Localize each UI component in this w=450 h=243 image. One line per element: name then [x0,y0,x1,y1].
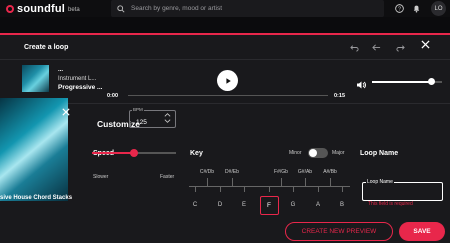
key-natural-tick [220,186,221,192]
loop-name-input[interactable] [366,188,438,194]
svg-text:?: ? [398,7,401,13]
key-sharp-tick [232,178,233,187]
key-option-a[interactable]: A [316,202,320,208]
key-option-asharp-bb[interactable]: A#/Bb [323,169,337,175]
undo-icon[interactable] [349,42,359,52]
time-current: 0:00 [107,93,119,99]
speed-handle[interactable] [130,149,138,157]
play-icon [225,77,231,84]
search-input[interactable] [131,5,371,12]
key-sharp-tick [281,178,282,187]
key-option-e[interactable]: E [242,202,246,208]
bell-icon[interactable] [411,3,422,14]
track-thumbnail [22,65,49,92]
back-icon[interactable] [371,42,381,52]
logo-icon [6,4,14,13]
track-title: ... [58,67,64,73]
modal-header: Create a loop [0,35,450,59]
avatar[interactable]: LO [431,1,446,16]
key-sharp-tick [207,178,208,187]
beta-badge: beta [68,7,80,13]
chevron-up-icon[interactable] [164,113,171,117]
help-icon[interactable]: ? [394,3,405,14]
remove-loop-button[interactable] [62,108,70,119]
modal-title: Create a loop [24,44,69,51]
key-label: Key [190,150,203,157]
key-natural-tick [318,186,319,192]
volume-icon[interactable] [356,77,366,89]
key-natural-tick [269,186,270,192]
key-sharp-tick [330,178,331,187]
speed-max-label: Faster [160,174,175,180]
top-bar: soundful beta ? LO [0,0,450,17]
logo[interactable]: soundful beta [6,0,80,17]
create-preview-button[interactable]: CREATE NEW PREVIEW [285,222,393,241]
mode-toggle[interactable] [308,148,328,158]
bpm-stepper[interactable] [164,113,171,123]
loop-name-caption: Loop Name [366,179,394,185]
mode-major-label: Major [332,150,345,156]
key-option-d[interactable]: D [218,202,222,208]
volume-fill [372,81,432,83]
loop-name-error: This field is required [368,201,413,207]
key-option-g[interactable]: G [291,202,296,208]
key-option-dsharp-eb[interactable]: D#/Eb [225,169,239,175]
volume-handle[interactable] [428,78,435,85]
key-option-fsharp-gb[interactable]: F#/Gb [274,169,288,175]
bpm-value: 125 [136,119,147,126]
loop-card-image [0,98,68,201]
key-natural-tick [293,186,294,192]
close-icon [62,108,70,116]
key-natural-tick [244,186,245,192]
speed-fill [92,152,134,154]
bpm-caption: BPM [132,107,144,112]
key-option-csharp-db[interactable]: C#/Db [200,169,214,175]
volume-slider[interactable] [372,78,442,85]
track-subtitle: Instrument L... [58,76,97,82]
key-option-b[interactable]: B [340,202,344,208]
close-icon [420,39,430,49]
key-option-c[interactable]: C [193,202,197,208]
key-natural-tick [342,186,343,192]
loop-name-label: Loop Name [360,150,399,157]
app-name: soundful [17,2,66,15]
search-icon [117,4,125,13]
play-button[interactable] [217,70,238,91]
key-sharp-tick [305,178,306,187]
loop-card-label: sive House Chord Stacks [0,195,73,201]
progress-bar[interactable] [128,95,328,96]
save-button[interactable]: SAVE [399,222,445,241]
key-option-gsharp-ab[interactable]: G#/Ab [298,169,312,175]
mode-minor-label: Minor [289,150,302,156]
track-name: Progressive ... [58,84,103,91]
key-natural-tick [195,186,196,192]
speed-slider[interactable] [92,149,176,157]
toggle-handle [309,149,317,157]
key-option-f-selected[interactable]: F [259,196,279,215]
redo-icon[interactable] [395,42,405,52]
search-bar[interactable] [111,0,384,17]
time-total: 0:15 [334,93,346,99]
chevron-down-icon[interactable] [164,119,171,123]
close-modal-button[interactable] [420,39,430,49]
speed-min-label: Slower [93,174,109,180]
